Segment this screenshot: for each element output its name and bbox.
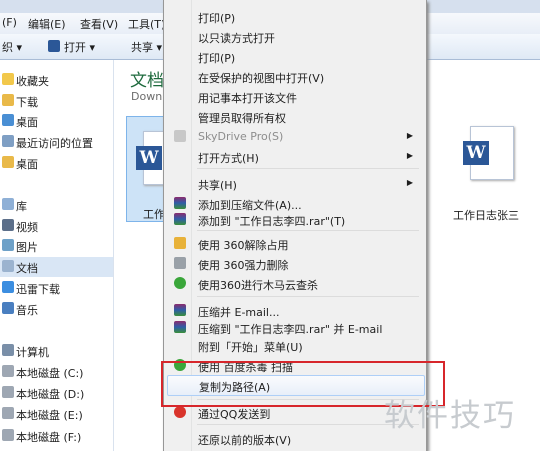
star-icon bbox=[2, 73, 14, 85]
nav-documents[interactable]: 文档 bbox=[0, 257, 113, 277]
menu-tools[interactable]: 工具(T) bbox=[128, 16, 165, 32]
nav-recent[interactable]: 最近访问的位置 bbox=[0, 132, 113, 152]
open-button[interactable]: 打开 ▾ bbox=[64, 39, 95, 55]
menu-separator bbox=[197, 230, 419, 231]
nav-desktop[interactable]: 桌面 bbox=[0, 111, 113, 131]
nav-drive-d[interactable]: 本地磁盘 (D:) bbox=[0, 383, 113, 403]
documents-icon bbox=[2, 260, 14, 272]
cloud-icon bbox=[174, 130, 186, 142]
winrar-icon bbox=[174, 213, 186, 225]
nav-computer[interactable]: 计算机 bbox=[0, 341, 113, 361]
word-document-icon: W bbox=[463, 126, 514, 180]
menu-edit[interactable]: 编辑(E) bbox=[28, 16, 66, 32]
library-title: 文档 bbox=[130, 71, 164, 91]
video-icon bbox=[2, 219, 14, 231]
drive-icon bbox=[2, 386, 14, 398]
nav-favorites[interactable]: 收藏夹 bbox=[0, 70, 113, 90]
menu-item-print-2[interactable]: 打印(P) bbox=[167, 47, 423, 66]
menu-item-open-readonly[interactable]: 以只读方式打开 bbox=[167, 27, 423, 46]
submenu-arrow-icon: ▶ bbox=[406, 178, 413, 187]
submenu-arrow-icon: ▶ bbox=[406, 151, 413, 160]
nav-drive-c[interactable]: 本地磁盘 (C:) bbox=[0, 362, 113, 382]
menu-file[interactable]: (F) bbox=[2, 16, 17, 29]
nav-drive-f[interactable]: 本地磁盘 (F:) bbox=[0, 426, 113, 446]
submenu-arrow-icon: ▶ bbox=[406, 131, 413, 140]
menu-view[interactable]: 查看(V) bbox=[80, 16, 118, 32]
menu-item-open-notepad[interactable]: 用记事本打开该文件 bbox=[167, 87, 423, 106]
nav-libraries[interactable]: 库 bbox=[0, 195, 113, 215]
menu-item-protected-view[interactable]: 在受保护的视图中打开(V) bbox=[167, 67, 423, 86]
pictures-icon bbox=[2, 239, 14, 251]
menu-separator bbox=[197, 296, 419, 297]
share-button[interactable]: 共享 ▾ bbox=[131, 39, 162, 55]
nav-desktop-2[interactable]: 桌面 bbox=[0, 153, 113, 173]
library-subtitle: Downl bbox=[131, 90, 166, 103]
nav-pictures[interactable]: 图片 bbox=[0, 236, 113, 256]
nav-drive-e[interactable]: 本地磁盘 (E:) bbox=[0, 404, 113, 424]
unlock-icon bbox=[174, 237, 186, 249]
nav-video[interactable]: 视频 bbox=[0, 216, 113, 236]
menu-item-print[interactable]: 打印(P) bbox=[167, 7, 423, 26]
file-item[interactable]: W 工作日志张三 bbox=[450, 116, 530, 226]
menu-item-pin-start[interactable]: 附到「开始」菜单(U) bbox=[167, 336, 423, 355]
winrar-icon bbox=[174, 197, 186, 209]
nav-music[interactable]: 音乐 bbox=[0, 299, 113, 319]
winrar-icon bbox=[174, 321, 186, 333]
menu-item-360-delete[interactable]: 使用 360强力删除 bbox=[167, 254, 423, 273]
folder-icon bbox=[2, 94, 14, 106]
menu-item-skydrive[interactable]: SkyDrive Pro(S) ▶ bbox=[167, 127, 423, 146]
drive-icon bbox=[2, 407, 14, 419]
drive-icon bbox=[2, 365, 14, 377]
file-label: 工作日志张三 bbox=[453, 209, 519, 222]
menu-item-share[interactable]: 共享(H) ▶ bbox=[167, 174, 423, 193]
library-icon bbox=[2, 198, 14, 210]
menu-item-open-with[interactable]: 打开方式(H) ▶ bbox=[167, 147, 423, 166]
360-shield-icon bbox=[174, 277, 186, 289]
recent-places-icon bbox=[2, 135, 14, 147]
menu-item-360-scan[interactable]: 使用360进行木马云查杀 bbox=[167, 274, 423, 293]
xunlei-icon bbox=[2, 281, 14, 293]
menu-item-360-unlock[interactable]: 使用 360解除占用 bbox=[167, 234, 423, 253]
qq-penguin-icon bbox=[174, 406, 186, 418]
menu-item-add-to-rar[interactable]: 添加到 "工作日志李四.rar"(T) bbox=[167, 210, 423, 229]
menu-item-take-ownership[interactable]: 管理员取得所有权 bbox=[167, 107, 423, 126]
winrar-icon bbox=[174, 304, 186, 316]
file-label: 工作 bbox=[143, 208, 165, 221]
navigation-pane: 收藏夹 下载 桌面 最近访问的位置 桌面 库 视频 图片 文档 迅雷下载 音乐 … bbox=[0, 60, 114, 451]
computer-icon bbox=[2, 344, 14, 356]
menu-item-compress-rar-email[interactable]: 压缩到 "工作日志李四.rar" 并 E-mail bbox=[167, 318, 423, 337]
nav-downloads[interactable]: 下载 bbox=[0, 91, 113, 111]
organize-button[interactable]: 织 ▾ bbox=[2, 39, 22, 55]
shredder-icon bbox=[174, 257, 186, 269]
word-open-icon bbox=[48, 40, 60, 52]
nav-xunlei[interactable]: 迅雷下载 bbox=[0, 278, 113, 298]
drive-icon bbox=[2, 429, 14, 441]
desktop-icon bbox=[2, 114, 14, 126]
watermark: 软件技巧 bbox=[384, 398, 516, 434]
menu-separator bbox=[197, 168, 419, 169]
folder-icon bbox=[2, 156, 14, 168]
music-icon bbox=[2, 302, 14, 314]
